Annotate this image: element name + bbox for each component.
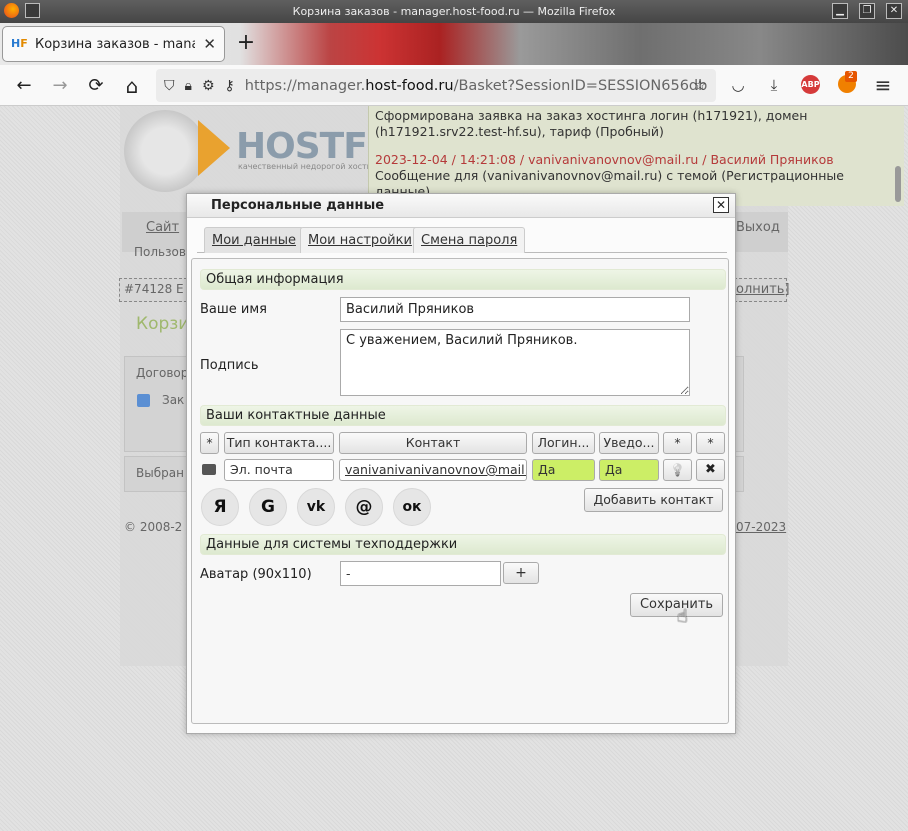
logo-arrow-icon: [198, 120, 230, 176]
copyright: © 2008-2: [124, 520, 183, 534]
window-controls-left: [4, 3, 40, 18]
mailru-icon[interactable]: @: [345, 488, 383, 526]
contact-type-field[interactable]: Эл. почта: [224, 459, 334, 481]
hostfood-favicon-icon: HF: [11, 37, 28, 50]
hand-cursor-icon: ☝: [677, 606, 688, 627]
permissions-icon[interactable]: ⚙: [202, 78, 215, 94]
notice-line: Сформирована заявка на заказ хостинга ло…: [375, 108, 808, 123]
key-icon[interactable]: ⚷: [225, 78, 235, 94]
section-support: Данные для системы техподдержки: [200, 534, 726, 555]
contact-header-contact[interactable]: Контакт: [339, 432, 527, 454]
contact-value-field[interactable]: vanivanivanivanovnov@mail.ru: [339, 459, 527, 481]
firefox-icon: [4, 3, 19, 18]
notification-panel: Сформирована заявка на заказ хостинга ло…: [368, 106, 904, 206]
url-bar[interactable]: ⛉ 🔒︎ ⚙ ⚷ https://manager.host-food.ru/Ba…: [156, 69, 716, 102]
dialog-header: Персональные данные ✕: [187, 194, 735, 218]
signature-label: Подпись: [200, 358, 259, 373]
contract-label: Договор: [136, 366, 189, 380]
back-button[interactable]: ←: [10, 72, 38, 100]
downloads-icon[interactable]: ⤓: [764, 75, 784, 95]
section-general-info: Общая информация: [200, 269, 726, 290]
contact-header-type[interactable]: Тип контакта....: [224, 432, 334, 454]
tab-close-icon[interactable]: ✕: [203, 35, 216, 53]
tab-my-data[interactable]: Мои данные: [204, 227, 304, 253]
delete-contact-icon[interactable]: ✖: [696, 459, 725, 481]
page-heading: Корзи: [136, 314, 190, 334]
user-label: Пользов: [134, 245, 186, 259]
notice-line: (h171921.srv22.test-hf.su), тариф (Пробн…: [375, 124, 664, 139]
page-content: HOSTFOOD качественный недорогой хостинг …: [0, 106, 908, 831]
browser-tab[interactable]: HF Корзина заказов - manage ✕: [3, 27, 224, 61]
avatar-add-button[interactable]: +: [503, 562, 539, 584]
url-text[interactable]: https://manager.host-food.ru/Basket?Sess…: [245, 78, 708, 94]
shield-icon[interactable]: ⛉: [164, 78, 175, 94]
menu-icon[interactable]: ≡: [873, 75, 893, 95]
extension-badge: 2: [845, 71, 857, 82]
avatar-field[interactable]: -: [340, 561, 501, 586]
bookmark-star-icon[interactable]: ☆: [690, 75, 710, 95]
lightbulb-icon[interactable]: 💡: [663, 459, 692, 481]
contact-header-star[interactable]: *: [696, 432, 725, 454]
yandex-icon[interactable]: Я: [201, 488, 239, 526]
message-icon: [202, 464, 216, 475]
name-label: Ваше имя: [200, 302, 267, 317]
tab-my-settings[interactable]: Мои настройки: [300, 227, 420, 253]
odnoklassniki-icon[interactable]: ок: [393, 488, 431, 526]
dialog-panel: Общая информация Ваше имя Подпись С уваж…: [191, 258, 729, 724]
selected-label: Выбран: [136, 466, 184, 480]
signature-textarea[interactable]: С уважением, Василий Пряников.: [340, 329, 690, 396]
section-contacts: Ваши контактные данные: [200, 405, 726, 426]
window-titlebar: Корзина заказов - manager.host-food.ru —…: [0, 0, 908, 23]
new-tab-button[interactable]: +: [234, 29, 258, 57]
pocket-icon[interactable]: ◡: [728, 75, 748, 95]
name-input[interactable]: [340, 297, 690, 322]
agreement-checkbox[interactable]: [137, 394, 150, 407]
window-controls-right: ▁ ❐ ✕: [832, 3, 902, 19]
reload-button[interactable]: ⟳: [82, 72, 110, 100]
footer-date: 07-2023: [736, 520, 787, 534]
contact-header-notify[interactable]: Уведо...: [599, 432, 659, 454]
add-contact-button[interactable]: Добавить контакт: [584, 488, 723, 512]
home-button[interactable]: ⌂: [118, 72, 146, 100]
contact-header-star[interactable]: *: [663, 432, 692, 454]
notice-header: 2023-12-04 / 14:21:08 / vanivanivanovnov…: [375, 152, 834, 167]
checkbox-label: Зак: [162, 393, 185, 407]
avatar-label: Аватар (90x110): [200, 567, 312, 582]
adblock-plus-icon[interactable]: ABP: [801, 75, 820, 94]
dialog-close-icon[interactable]: ✕: [713, 197, 729, 213]
tab-title: Корзина заказов - manage: [35, 36, 195, 52]
notice-scrollbar[interactable]: [895, 166, 901, 202]
contact-header-star[interactable]: *: [200, 432, 219, 454]
tab-change-password[interactable]: Смена пароля: [413, 227, 526, 253]
close-window-button[interactable]: ✕: [886, 3, 902, 19]
google-icon[interactable]: G: [249, 488, 287, 526]
tab-strip: HF Корзина заказов - manage ✕ +: [0, 23, 908, 65]
forward-button[interactable]: →: [46, 72, 74, 100]
maximize-button[interactable]: ❐: [859, 3, 875, 19]
nav-toolbar: ← → ⟳ ⌂ ⛉ 🔒︎ ⚙ ⚷ https://manager.host-fo…: [0, 65, 908, 106]
menu-site-link[interactable]: Сайт: [146, 220, 179, 235]
menu-exit-link[interactable]: Выход: [736, 220, 780, 235]
personal-data-dialog: Персональные данные ✕ Мои данные Мои нас…: [186, 193, 736, 734]
contact-login-field[interactable]: Да: [532, 459, 595, 481]
window-title: Корзина заказов - manager.host-food.ru —…: [292, 5, 616, 18]
contact-notify-field[interactable]: Да: [599, 459, 659, 481]
fill-link[interactable]: олнить]: [736, 282, 790, 297]
minimize-button[interactable]: ▁: [832, 3, 848, 19]
vk-icon[interactable]: vk: [297, 488, 335, 526]
dialog-title: Персональные данные: [211, 198, 385, 213]
dialog-tabs: Мои данные Мои настройки Смена пароля: [197, 227, 727, 253]
logo-plate-icon: [124, 110, 206, 192]
lock-icon[interactable]: 🔒︎: [185, 78, 192, 94]
logo-subtitle: качественный недорогой хостинг: [238, 162, 382, 171]
order-id: #74128 E: [124, 282, 184, 296]
contact-header-login[interactable]: Логин...: [532, 432, 595, 454]
window-menu-icon[interactable]: [25, 3, 40, 18]
